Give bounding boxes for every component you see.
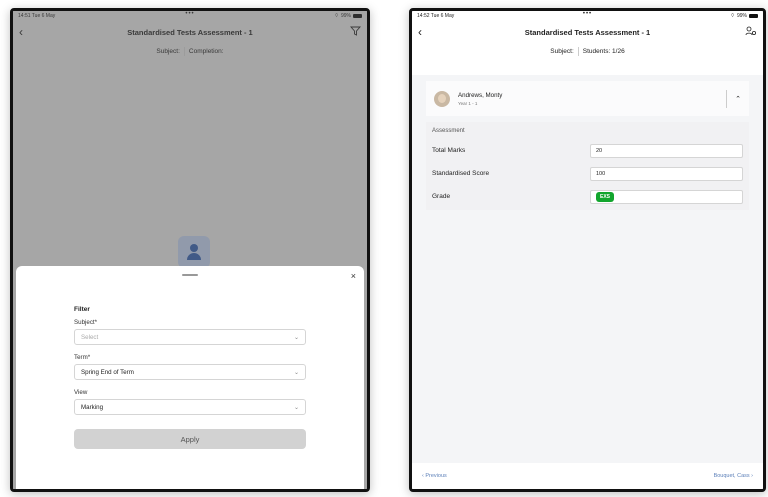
content-area: Andrews, Monty Year 1 - 1 ⌃ Assessment T… (412, 75, 763, 463)
marking-screen: 14:52 Tue 6 May ••• ⌔ 99% ‹ Standardised… (409, 8, 766, 492)
avatar (434, 90, 450, 107)
subject-label: Subject* (74, 319, 98, 326)
chevron-down-icon: ⌄ (293, 369, 299, 376)
filter-form: Filter Subject* Select ⌄ Term* Spring En… (74, 306, 306, 449)
standardised-score-row: Standardised Score 100 (432, 163, 743, 184)
total-marks-input[interactable]: 20 (590, 143, 743, 158)
view-label: View (74, 389, 88, 396)
multitask-dots: ••• (582, 11, 593, 17)
assessment-heading: Assessment (432, 128, 465, 134)
status-bar: 14:52 Tue 6 May ••• ⌔ 99% (412, 11, 763, 20)
back-button[interactable]: ‹ (418, 25, 434, 39)
page-title: Standardised Tests Assessment - 1 (524, 27, 651, 37)
user-settings-icon[interactable] (745, 26, 757, 39)
subject-summary: Subject: (550, 47, 574, 55)
grade-label: Grade (432, 193, 451, 200)
grade-row: Grade EXS (432, 186, 743, 207)
navigation-bar: ‹ Standardised Tests Assessment - 1 (412, 20, 763, 44)
wifi-icon: ⌔ (730, 12, 735, 19)
chevron-up-icon[interactable]: ⌃ (735, 95, 741, 103)
divider (577, 46, 579, 56)
previous-button[interactable]: ‹ Previous (422, 473, 447, 479)
standardised-score-input[interactable]: 100 (590, 166, 743, 181)
students-summary: Students: 1/26 (582, 47, 625, 55)
term-select-value: Spring End of Term (81, 368, 134, 376)
chevron-down-icon: ⌄ (293, 334, 299, 341)
summary-bar: Subject: Students: 1/26 (412, 44, 763, 58)
grade-badge: EXS (596, 191, 615, 202)
battery-percent: 99% (736, 12, 747, 19)
drag-handle[interactable] (182, 274, 198, 276)
apply-button[interactable]: Apply (74, 429, 306, 449)
standardised-score-label: Standardised Score (432, 170, 490, 177)
subject-select[interactable]: Select ⌄ (74, 329, 306, 345)
filter-sheet: × Filter Subject* Select ⌄ Term* Spring … (16, 266, 364, 489)
divider (726, 89, 728, 108)
battery-icon (749, 13, 758, 18)
total-marks-label: Total Marks (432, 147, 466, 154)
student-card[interactable]: Andrews, Monty Year 1 - 1 ⌃ (426, 81, 749, 116)
status-time: 14:52 Tue 6 May (417, 12, 455, 19)
close-icon[interactable]: × (351, 271, 356, 281)
student-name: Andrews, Monty (458, 91, 503, 99)
term-label: Term* (74, 354, 91, 361)
subject-select-value: Select (81, 333, 99, 341)
view-select[interactable]: Marking ⌄ (74, 399, 306, 415)
filter-screen: 14:51 Tue 6 May ••• ⌔ 99% ‹ Standardised… (10, 8, 370, 492)
next-student-button[interactable]: Bouquet, Cass › (714, 473, 753, 479)
total-marks-row: Total Marks 20 (432, 140, 743, 161)
assessment-panel: Assessment Total Marks 20 Standardised S… (426, 122, 749, 210)
term-select[interactable]: Spring End of Term ⌄ (74, 364, 306, 380)
filter-heading: Filter (74, 306, 90, 313)
view-select-value: Marking (81, 403, 104, 411)
grade-input[interactable]: EXS (590, 189, 743, 204)
chevron-down-icon: ⌄ (293, 404, 299, 411)
student-year: Year 1 - 1 (458, 100, 478, 106)
pagination-bar: ‹ Previous Bouquet, Cass › (412, 463, 763, 489)
